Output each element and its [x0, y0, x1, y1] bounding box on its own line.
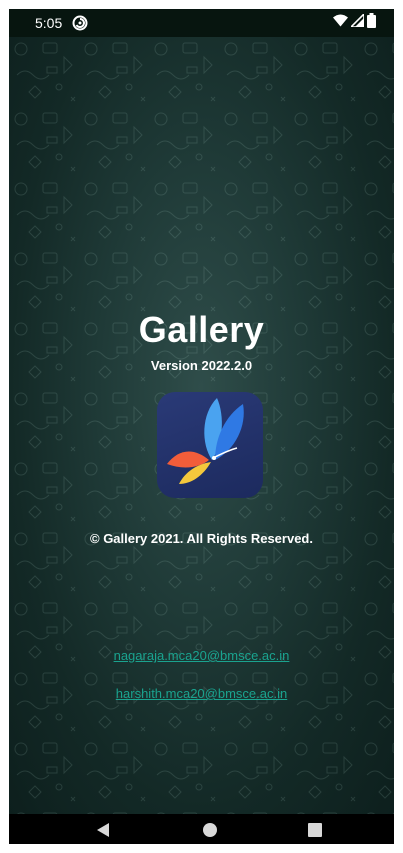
- status-time: 5:05: [35, 15, 63, 31]
- home-icon[interactable]: [201, 821, 219, 839]
- butterfly-logo: [157, 392, 263, 498]
- recents-icon[interactable]: [306, 821, 324, 839]
- battery-icon: [367, 13, 376, 33]
- navigation-bar: [9, 814, 394, 844]
- device-frame: 5:05 Gallery Version 2022.2.0 © Gallery …: [9, 9, 394, 844]
- contact-email-link[interactable]: nagaraja.mca20@bmsce.ac.in: [9, 648, 394, 663]
- copyright-text: © Gallery 2021. All Rights Reserved.: [90, 531, 313, 546]
- status-bar: 5:05: [9, 9, 394, 37]
- cellular-signal-icon: [349, 12, 365, 32]
- about-screen: Gallery Version 2022.2.0 © Gallery 2021.…: [9, 37, 394, 814]
- app-version: Version 2022.2.0: [150, 358, 253, 373]
- contact-email-link[interactable]: harshith.mca20@bmsce.ac.in: [9, 686, 394, 701]
- back-icon[interactable]: [94, 821, 112, 839]
- wifi-icon: [333, 14, 348, 32]
- app-title: Gallery: [138, 309, 265, 350]
- status-icons: [333, 12, 376, 33]
- sync-circle-icon: [72, 15, 88, 31]
